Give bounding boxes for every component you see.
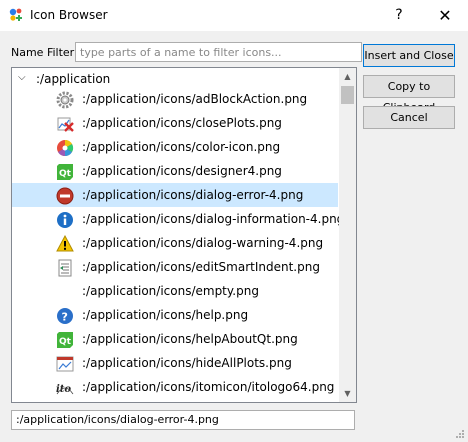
tree-item-label: :/application/icons/editSmartIndent.png: [82, 260, 320, 274]
error-icon: [56, 187, 74, 205]
svg-text:Qt: Qt: [59, 337, 72, 347]
tree-items: :/application/icons/adBlockAction.png :/a…: [12, 87, 344, 399]
tree-item[interactable]: :/application/icons/dialog-warning-4.png: [12, 231, 338, 255]
chevron-down-icon[interactable]: ⌵: [18, 72, 26, 83]
tree-item-label: :/application/icons/itomicon/itologo64.p…: [82, 380, 335, 394]
tree-item-label: :/application/icons/dialog-error-4.png: [82, 188, 304, 202]
tree-item[interactable]: ito :/application/icons/itomicon/itologo6…: [12, 375, 338, 399]
tree-item-label: :/application/icons/help.png: [82, 308, 249, 322]
indent-icon: [56, 259, 74, 277]
qt-designer-icon: Qt: [56, 163, 74, 181]
app-icon: [9, 8, 22, 21]
svg-text:Qt: Qt: [59, 169, 72, 179]
tree-item-label: :/application/icons/dialog-information-4…: [82, 212, 345, 226]
name-filter-label: Name Filter:: [11, 46, 78, 59]
tree-item[interactable]: :/application/icons/closePlots.png: [12, 111, 338, 135]
warning-icon: [56, 234, 74, 253]
title-bar: Icon Browser ? ✕: [0, 0, 468, 31]
tree-item[interactable]: :/application/icons/adBlockAction.png: [12, 87, 338, 111]
tree-item[interactable]: :/application/icons/editSmartIndent.png: [12, 255, 338, 279]
copy-to-clipboard-button[interactable]: Copy to Clipboard: [363, 75, 455, 114]
insert-and-close-button[interactable]: Insert and Close: [363, 44, 455, 67]
tree-item-label: :/application/icons/adBlockAction.png: [82, 92, 308, 106]
window-title: Icon Browser: [30, 8, 108, 22]
scrollbar-thumb[interactable]: [341, 86, 354, 104]
tree-item[interactable]: :/application/icons/empty.png: [12, 279, 338, 303]
tree-item[interactable]: ? :/application/icons/help.png: [12, 303, 338, 327]
tree-item-label: :/application/icons/designer4.png: [82, 164, 282, 178]
hide-plots-icon: [56, 355, 74, 373]
tree-item[interactable]: :/application/icons/hideAllPlots.png: [12, 351, 338, 375]
resize-grip-icon[interactable]: [455, 429, 465, 439]
icon-tree[interactable]: ⌵ :/application :/application/icons/adBl…: [11, 67, 357, 403]
tree-root-node[interactable]: ⌵ :/application: [12, 68, 338, 88]
help-icon: ?: [56, 307, 74, 325]
scroll-up-arrow-icon[interactable]: ▲: [339, 68, 356, 85]
tree-item-label: :/application/icons/dialog-warning-4.png: [82, 236, 324, 250]
ito-logo-icon: ito: [56, 379, 74, 397]
tree-item[interactable]: :/application/icons/color-icon.png: [12, 135, 338, 159]
selected-path-field[interactable]: :/application/icons/dialog-error-4.png: [11, 410, 355, 430]
vertical-scrollbar[interactable]: ▲ ▼: [339, 68, 356, 402]
tree-item[interactable]: :/application/icons/dialog-error-4.png: [12, 183, 338, 207]
tree-item[interactable]: Qt :/application/icons/designer4.png: [12, 159, 338, 183]
tree-item-label: :/application/icons/hideAllPlots.png: [82, 356, 292, 370]
tree-item-label: :/application/icons/helpAboutQt.png: [82, 332, 298, 346]
gear-icon: [56, 91, 74, 109]
close-plots-icon: [56, 115, 74, 133]
tree-item-label: :/application/icons/color-icon.png: [82, 140, 281, 154]
help-button[interactable]: ?: [384, 0, 414, 31]
tree-item[interactable]: Qt :/application/icons/helpAboutQt.png: [12, 327, 338, 351]
info-icon: [56, 211, 74, 229]
scroll-down-arrow-icon[interactable]: ▼: [339, 385, 356, 402]
qt-logo-icon: Qt: [56, 331, 74, 349]
name-filter-input[interactable]: [75, 42, 362, 62]
cancel-button[interactable]: Cancel: [363, 106, 455, 129]
svg-text:?: ?: [62, 311, 68, 324]
tree-item[interactable]: :/application/icons/dialog-information-4…: [12, 207, 344, 231]
tree-root-label: :/application: [36, 72, 111, 86]
tree-item-label: :/application/icons/empty.png: [82, 284, 259, 298]
close-button[interactable]: ✕: [428, 0, 462, 31]
tree-item-label: :/application/icons/closePlots.png: [82, 116, 282, 130]
color-wheel-icon: [56, 139, 74, 157]
